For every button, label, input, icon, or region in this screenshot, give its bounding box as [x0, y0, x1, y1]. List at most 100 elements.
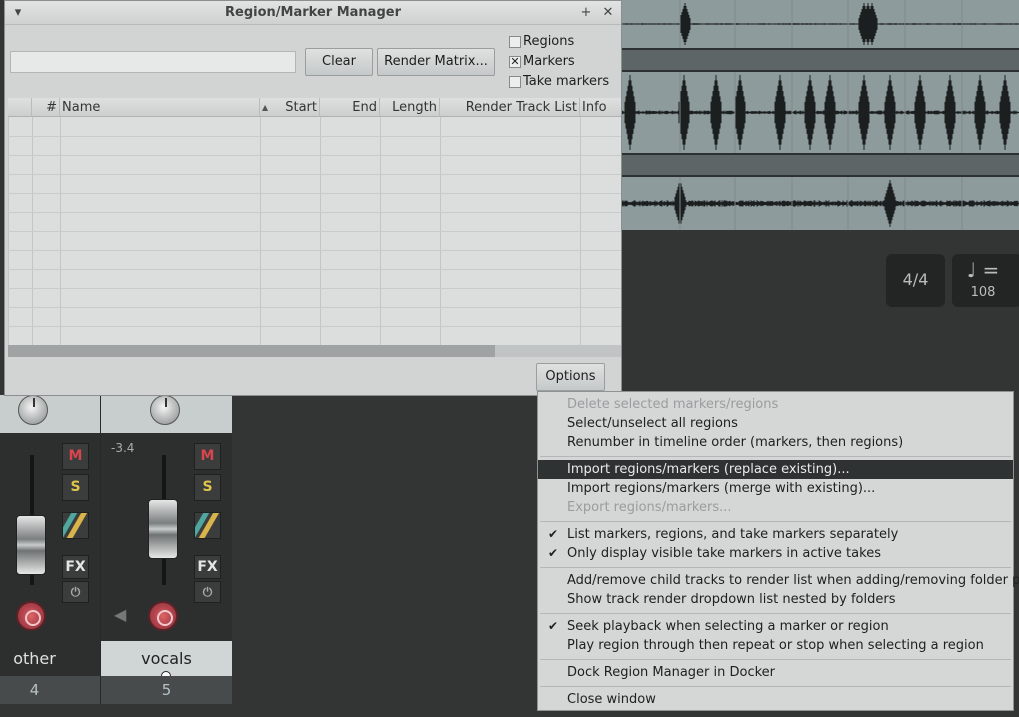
- menu-item-list-separately[interactable]: ✔ List markers, regions, and take markers…: [538, 525, 1013, 544]
- mute-button[interactable]: M: [194, 443, 221, 470]
- menu-item-play-region-repeat[interactable]: Play region through then repeat or stop …: [538, 636, 1013, 655]
- menu-separator: [540, 686, 1011, 687]
- strip-header: [0, 395, 100, 433]
- column-header-select[interactable]: [8, 98, 32, 117]
- phase-icon[interactable]: [62, 512, 89, 539]
- menu-item-close-window[interactable]: Close window: [538, 690, 1013, 709]
- region-marker-manager-window: ▾ Region/Marker Manager + ✕ Clear Render…: [4, 0, 622, 396]
- table-row[interactable]: [8, 269, 621, 270]
- column-header-info[interactable]: Info: [580, 98, 621, 117]
- pan-knob[interactable]: [150, 395, 180, 425]
- record-arm-button[interactable]: [148, 601, 178, 631]
- phase-icon[interactable]: [194, 512, 221, 539]
- mixer-strip-other: M S FX ⏻ other 4: [0, 395, 100, 704]
- track-number: 4: [0, 676, 100, 704]
- volume-readout: -3.4: [111, 441, 135, 455]
- render-matrix-button[interactable]: Render Matrix...: [377, 48, 495, 76]
- menu-item-renumber[interactable]: Renumber in timeline order (markers, the…: [538, 433, 1013, 452]
- take-markers-checkbox-row[interactable]: Take markers: [509, 73, 609, 91]
- arrange-view[interactable]: [620, 0, 1019, 230]
- column-header-length[interactable]: Length: [380, 98, 440, 117]
- menu-separator: [540, 456, 1011, 457]
- fx-button[interactable]: FX: [62, 555, 89, 579]
- time-signature: 4/4: [902, 270, 929, 289]
- menu-item-export[interactable]: Export regions/markers...: [538, 498, 1013, 517]
- options-menu: Delete selected markers/regions Select/u…: [537, 391, 1019, 711]
- track-name[interactable]: other: [0, 641, 100, 677]
- menu-separator: [540, 659, 1011, 660]
- menu-item-only-visible-take-markers[interactable]: ✔ Only display visible take markers in ac…: [538, 544, 1013, 563]
- regions-checkbox-label: Regions: [523, 34, 575, 49]
- tempo-note-icon: ♩ =: [966, 258, 1000, 282]
- checkmark-icon: ✔: [548, 546, 559, 560]
- lane-divider: [620, 50, 1019, 70]
- menu-item-dock-region-manager[interactable]: Dock Region Manager in Docker: [538, 663, 1013, 682]
- menu-item-select-all-regions[interactable]: Select/unselect all regions: [538, 414, 1013, 433]
- search-input[interactable]: [10, 51, 296, 73]
- table-row[interactable]: [8, 193, 621, 194]
- speaker-icon[interactable]: ◀: [114, 605, 128, 625]
- tempo-box[interactable]: ♩ = 108: [952, 254, 1019, 307]
- clear-button[interactable]: Clear: [305, 48, 373, 76]
- waveform-lane-1[interactable]: [620, 0, 1019, 48]
- options-button[interactable]: Options: [536, 363, 605, 391]
- lane-divider: [620, 155, 1019, 175]
- waveform-lane-2[interactable]: [620, 72, 1019, 153]
- table-row[interactable]: [8, 231, 621, 232]
- table-row[interactable]: [8, 250, 621, 251]
- column-header-render-track-list[interactable]: Render Track List: [440, 98, 580, 117]
- fx-bypass-icon[interactable]: ⏻: [194, 581, 221, 603]
- region-list-table[interactable]: # Name ▲ Start End Length Render Track L…: [8, 98, 621, 346]
- fx-bypass-icon[interactable]: ⏻: [62, 581, 89, 603]
- pin-icon[interactable]: +: [577, 4, 595, 22]
- track-number: 5: [101, 676, 232, 704]
- horizontal-scrollbar[interactable]: [8, 345, 621, 357]
- checkmark-icon: ✔: [548, 619, 559, 633]
- regions-checkbox-row[interactable]: Regions: [509, 33, 609, 51]
- pan-knob[interactable]: [18, 395, 48, 425]
- table-header: # Name ▲ Start End Length Render Track L…: [8, 98, 621, 117]
- close-icon[interactable]: ✕: [599, 4, 617, 22]
- menu-item-seek-playback[interactable]: ✔ Seek playback when selecting a marker o…: [538, 617, 1013, 636]
- table-row[interactable]: [8, 326, 621, 327]
- scrollbar-thumb[interactable]: [8, 345, 495, 357]
- menu-separator: [540, 613, 1011, 614]
- table-row[interactable]: [8, 212, 621, 213]
- column-header-name[interactable]: Name: [60, 98, 260, 117]
- menu-item-delete-selected[interactable]: Delete selected markers/regions: [538, 395, 1013, 414]
- markers-checkbox-row[interactable]: ✕ Markers: [509, 53, 609, 71]
- tempo-value: 108: [970, 285, 996, 300]
- waveform-lane-3[interactable]: [620, 177, 1019, 230]
- table-row[interactable]: [8, 136, 621, 137]
- regions-checkbox[interactable]: [509, 36, 521, 48]
- table-row[interactable]: [8, 288, 621, 289]
- markers-checkbox[interactable]: ✕: [509, 56, 521, 68]
- table-row[interactable]: [8, 307, 621, 308]
- markers-checkbox-label: Markers: [523, 54, 575, 69]
- take-markers-checkbox[interactable]: [509, 76, 521, 88]
- menu-item-show-nested-dropdown[interactable]: Show track render dropdown list nested b…: [538, 590, 1013, 609]
- window-titlebar[interactable]: ▾ Region/Marker Manager + ✕: [5, 1, 621, 25]
- menu-item-import-merge[interactable]: Import regions/markers (merge with exist…: [538, 479, 1013, 498]
- time-signature-box[interactable]: 4/4: [886, 254, 945, 307]
- fx-button[interactable]: FX: [194, 555, 221, 579]
- mute-button[interactable]: M: [62, 443, 89, 470]
- menu-item-import-replace[interactable]: Import regions/markers (replace existing…: [538, 460, 1013, 479]
- volume-fader[interactable]: [16, 515, 46, 575]
- menu-item-add-remove-child-tracks[interactable]: Add/remove child tracks to render list w…: [538, 571, 1019, 590]
- solo-button[interactable]: S: [62, 474, 89, 501]
- column-header-number[interactable]: #: [32, 98, 60, 117]
- menu-separator: [540, 521, 1011, 522]
- column-header-start[interactable]: Start: [260, 98, 320, 117]
- table-row[interactable]: [8, 174, 621, 175]
- take-markers-checkbox-label: Take markers: [523, 74, 610, 89]
- solo-button[interactable]: S: [194, 474, 221, 501]
- table-row[interactable]: [8, 155, 621, 156]
- menu-separator: [540, 567, 1011, 568]
- column-header-end[interactable]: End: [320, 98, 380, 117]
- mixer-strip-vocals: -3.4 M S FX ⏻ ◀ vocals 5: [101, 395, 232, 704]
- volume-fader[interactable]: [148, 499, 178, 559]
- window-title: Region/Marker Manager: [225, 5, 401, 20]
- record-arm-button[interactable]: [16, 601, 46, 631]
- checkmark-icon: ✔: [548, 527, 559, 541]
